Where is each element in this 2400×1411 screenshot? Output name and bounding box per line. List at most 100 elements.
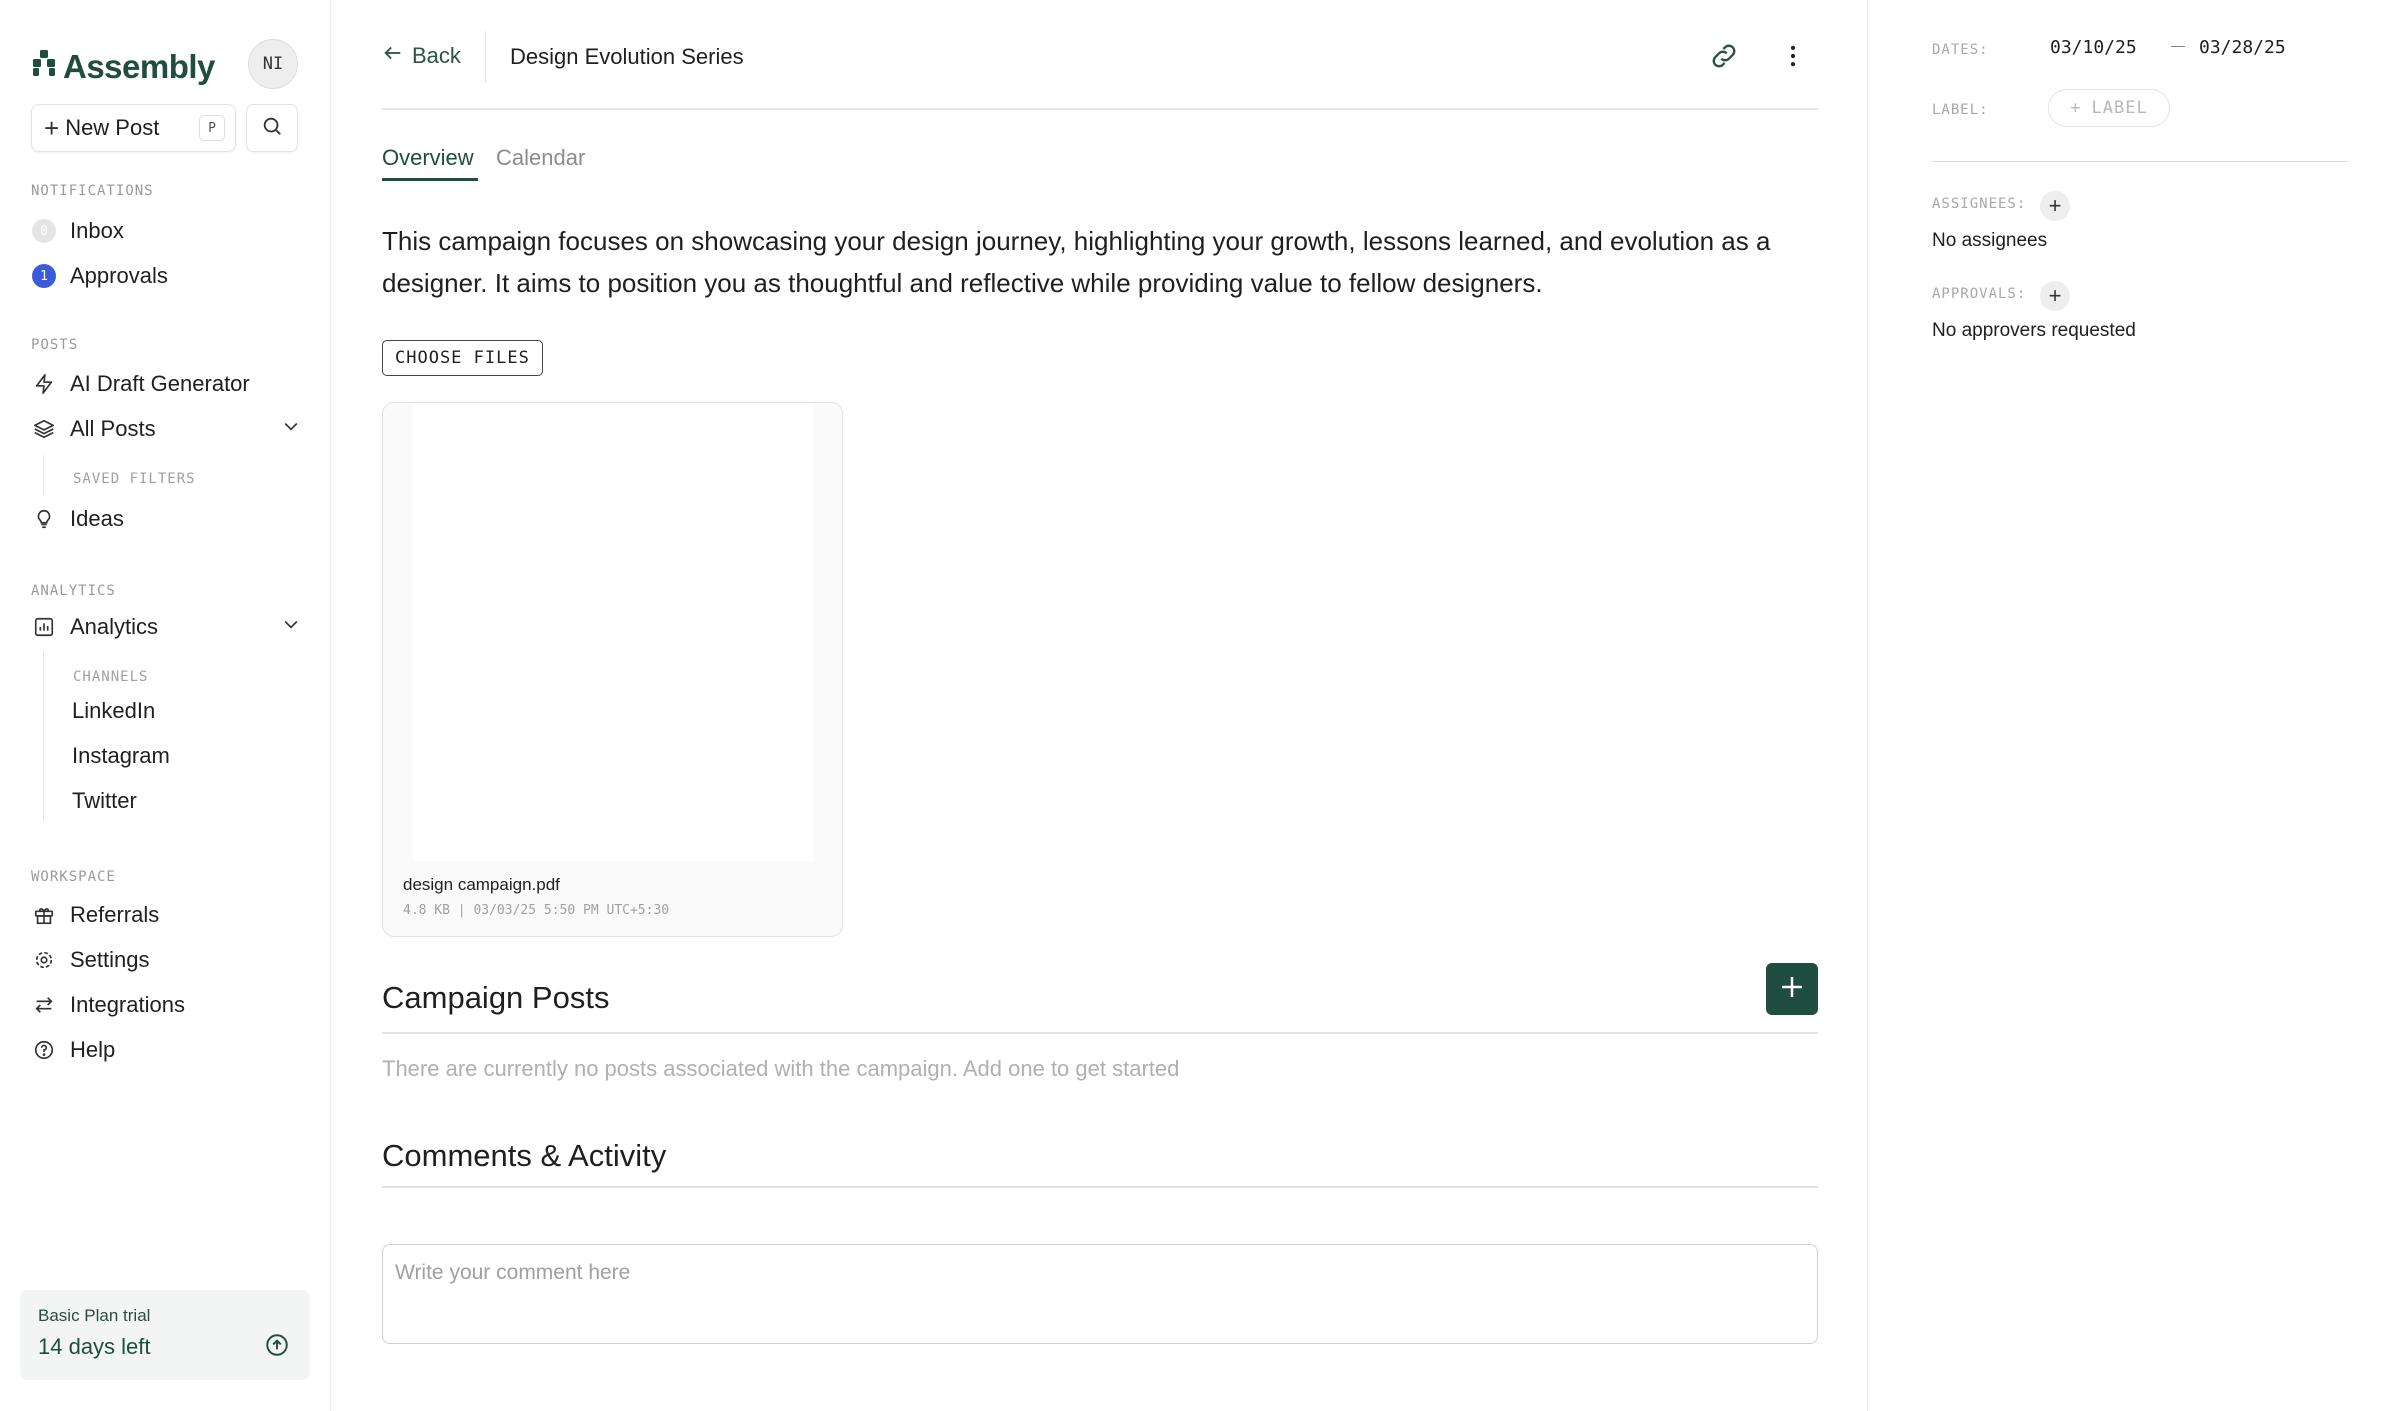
tab-calendar[interactable]: Calendar xyxy=(496,145,585,171)
new-post-button[interactable]: + New Post P xyxy=(31,104,236,152)
tree-line xyxy=(43,455,44,495)
sidebar-item-label: Settings xyxy=(70,947,150,972)
plus-icon: + xyxy=(44,113,60,143)
search-icon xyxy=(261,115,283,142)
sidebar-item-label: Integrations xyxy=(70,992,185,1017)
assignees-empty: No assignees xyxy=(1932,230,2048,251)
channel-linkedin[interactable]: LinkedIn xyxy=(72,698,155,724)
approvals-count-badge: 1 xyxy=(32,264,56,288)
gift-icon xyxy=(31,902,57,928)
details-divider xyxy=(1932,161,2348,162)
tree-line xyxy=(43,652,44,820)
comments-heading: Comments & Activity xyxy=(382,1138,667,1173)
inbox-count-badge: 0 xyxy=(32,219,56,243)
brand-logo[interactable]: Assembly xyxy=(31,48,215,86)
sidebar-item-label: Help xyxy=(70,1037,116,1062)
file-name: design campaign.pdf xyxy=(403,875,560,894)
approvals-label: APPROVALS: xyxy=(1932,286,2027,302)
arrow-left-icon xyxy=(382,42,404,70)
header-divider-line xyxy=(382,108,1818,110)
plus-icon xyxy=(1777,972,1807,1007)
sidebar-item-label: Inbox xyxy=(70,218,124,243)
section-analytics: ANALYTICS xyxy=(31,583,116,599)
sidebar-item-label: Referrals xyxy=(70,902,160,927)
upgrade-arrow-icon[interactable] xyxy=(264,1332,290,1363)
trial-plan: Basic Plan trial xyxy=(38,1306,151,1325)
approvals-empty: No approvers requested xyxy=(1932,320,2136,341)
file-attachment-card[interactable]: design campaign.pdf 4.8 KB | 03/03/25 5:… xyxy=(382,402,843,937)
dates-label: DATES: xyxy=(1932,42,1989,58)
link-icon[interactable] xyxy=(1708,40,1740,77)
file-meta: 4.8 KB | 03/03/25 5:50 PM UTC+5:30 xyxy=(403,903,670,918)
more-vertical-icon[interactable] xyxy=(1779,42,1807,75)
add-post-button[interactable] xyxy=(1766,963,1818,1015)
trial-days-left: 14 days left xyxy=(38,1334,151,1359)
gear-icon xyxy=(31,947,57,973)
section-workspace: WORKSPACE xyxy=(31,869,116,885)
channel-twitter[interactable]: Twitter xyxy=(72,788,137,814)
end-date[interactable]: 03/28/25 xyxy=(2199,37,2286,58)
sidebar-item-referrals[interactable]: Referrals xyxy=(31,896,301,934)
plus-icon: + xyxy=(2048,193,2062,218)
user-avatar[interactable]: NI xyxy=(248,39,298,89)
help-circle-icon xyxy=(31,1037,57,1063)
new-post-shortcut: P xyxy=(199,115,225,141)
channel-instagram[interactable]: Instagram xyxy=(72,743,170,769)
back-button[interactable]: Back xyxy=(382,42,461,70)
section-notifications: NOTIFICATIONS xyxy=(31,183,154,199)
campaign-main: Back Design Evolution Series Overview Ca… xyxy=(332,0,1868,1411)
posts-empty-state: There are currently no posts associated … xyxy=(382,1056,1180,1081)
start-date[interactable]: 03/10/25 xyxy=(2050,37,2137,58)
tab-active-indicator xyxy=(382,178,478,181)
sidebar-item-label: Approvals xyxy=(70,263,168,288)
chart-icon xyxy=(31,614,57,640)
plus-icon: + xyxy=(2048,283,2062,308)
new-post-label: New Post xyxy=(65,115,160,140)
sidebar-item-all-posts[interactable]: All Posts xyxy=(31,410,301,448)
assembly-logo-icon xyxy=(31,48,57,86)
trial-banner[interactable]: Basic Plan trial 14 days left xyxy=(20,1290,310,1380)
add-approver-button[interactable]: + xyxy=(2040,281,2070,311)
comments-divider xyxy=(382,1186,1818,1188)
sidebar-item-ai-draft[interactable]: AI Draft Generator xyxy=(31,365,301,403)
add-label-text: LABEL xyxy=(2091,98,2148,118)
sidebar-item-analytics[interactable]: Analytics xyxy=(31,608,301,646)
campaign-description: This campaign focuses on showcasing your… xyxy=(382,226,1771,298)
add-assignee-button[interactable]: + xyxy=(2040,191,2070,221)
campaign-posts-heading: Campaign Posts xyxy=(382,980,610,1015)
chevron-down-icon[interactable] xyxy=(281,614,301,640)
layers-icon xyxy=(31,416,57,442)
search-button[interactable] xyxy=(246,104,298,152)
plus-icon: + xyxy=(2070,98,2082,118)
chevron-down-icon[interactable] xyxy=(281,416,301,442)
sidebar-item-ideas[interactable]: Ideas xyxy=(31,500,301,538)
comment-input[interactable] xyxy=(382,1244,1818,1344)
posts-divider xyxy=(382,1032,1818,1034)
sidebar: Assembly NI + New Post P NOTIFICATIONS 0… xyxy=(0,0,331,1411)
sidebar-item-inbox[interactable]: 0 Inbox xyxy=(31,212,301,250)
arrows-exchange-icon xyxy=(31,992,57,1018)
sidebar-item-label: Ideas xyxy=(70,506,124,531)
sidebar-item-approvals[interactable]: 1 Approvals xyxy=(31,257,301,295)
saved-filters-title: SAVED FILTERS xyxy=(73,471,196,487)
header-divider xyxy=(485,31,486,83)
channels-title: CHANNELS xyxy=(73,669,149,685)
back-label: Back xyxy=(412,43,461,68)
page-title: Design Evolution Series xyxy=(510,44,744,69)
sidebar-item-label: Analytics xyxy=(70,614,159,639)
sidebar-item-integrations[interactable]: Integrations xyxy=(31,986,301,1024)
lightbulb-icon xyxy=(31,506,57,532)
file-preview xyxy=(413,403,813,861)
section-posts: POSTS xyxy=(31,337,79,353)
add-label-button[interactable]: + LABEL xyxy=(2048,89,2170,127)
sidebar-item-settings[interactable]: Settings xyxy=(31,941,301,979)
label-label: LABEL: xyxy=(1932,102,1989,118)
bolt-icon xyxy=(31,371,57,397)
brand-name: Assembly xyxy=(63,48,215,85)
tab-overview[interactable]: Overview xyxy=(382,145,474,171)
assignees-label: ASSIGNEES: xyxy=(1932,196,2027,212)
date-range-dash xyxy=(2171,46,2185,47)
details-panel: DATES: 03/10/25 03/28/25 LABEL: + LABEL … xyxy=(1868,0,2400,1411)
choose-files-button[interactable]: CHOOSE FILES xyxy=(382,340,543,376)
sidebar-item-help[interactable]: Help xyxy=(31,1031,301,1069)
